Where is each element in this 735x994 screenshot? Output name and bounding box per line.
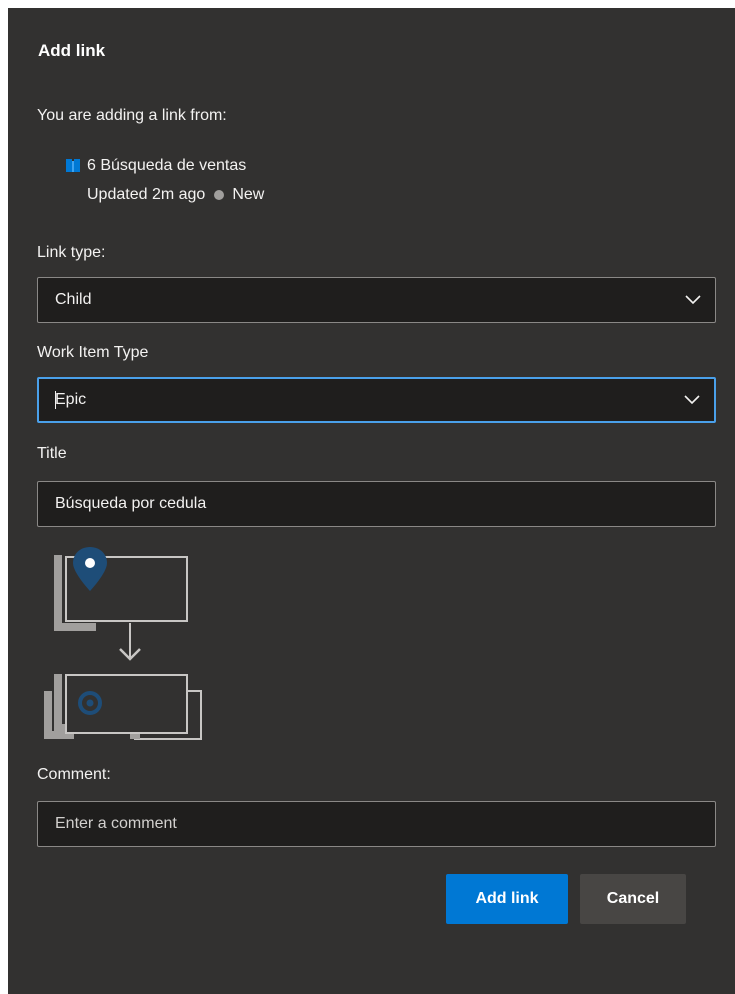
comment-label: Comment: bbox=[37, 766, 111, 783]
updated-text: Updated 2m ago bbox=[87, 186, 206, 203]
source-work-item-meta: Updated 2m ago New bbox=[87, 186, 264, 204]
work-item-type-label: Work Item Type bbox=[37, 344, 149, 361]
chevron-down-icon bbox=[685, 295, 701, 305]
add-link-dialog: Add link You are adding a link from: 6 B… bbox=[8, 8, 735, 994]
source-label: You are adding a link from: bbox=[37, 107, 227, 124]
state-text: New bbox=[232, 186, 265, 203]
cancel-button[interactable]: Cancel bbox=[580, 874, 686, 924]
add-link-button[interactable]: Add link bbox=[446, 874, 568, 924]
chevron-down-icon bbox=[684, 395, 700, 405]
work-item-type-dropdown[interactable]: Epic bbox=[37, 377, 716, 423]
link-type-dropdown[interactable]: Child bbox=[37, 277, 716, 323]
comment-placeholder: Enter a comment bbox=[55, 815, 177, 832]
link-type-label: Link type: bbox=[37, 244, 106, 261]
child-link-illustration-icon bbox=[44, 547, 202, 740]
state-dot-icon bbox=[214, 190, 225, 200]
title-input[interactable]: Búsqueda por cedula bbox=[37, 481, 716, 527]
link-type-value: Child bbox=[55, 291, 92, 308]
work-item-type-value: Epic bbox=[55, 391, 87, 408]
comment-input[interactable]: Enter a comment bbox=[37, 801, 716, 847]
book-icon bbox=[66, 159, 80, 172]
title-label: Title bbox=[37, 445, 67, 462]
title-input-value: Búsqueda por cedula bbox=[55, 495, 207, 512]
source-work-item-title[interactable]: 6 Búsqueda de ventas bbox=[87, 157, 246, 175]
dialog-title: Add link bbox=[38, 41, 106, 60]
